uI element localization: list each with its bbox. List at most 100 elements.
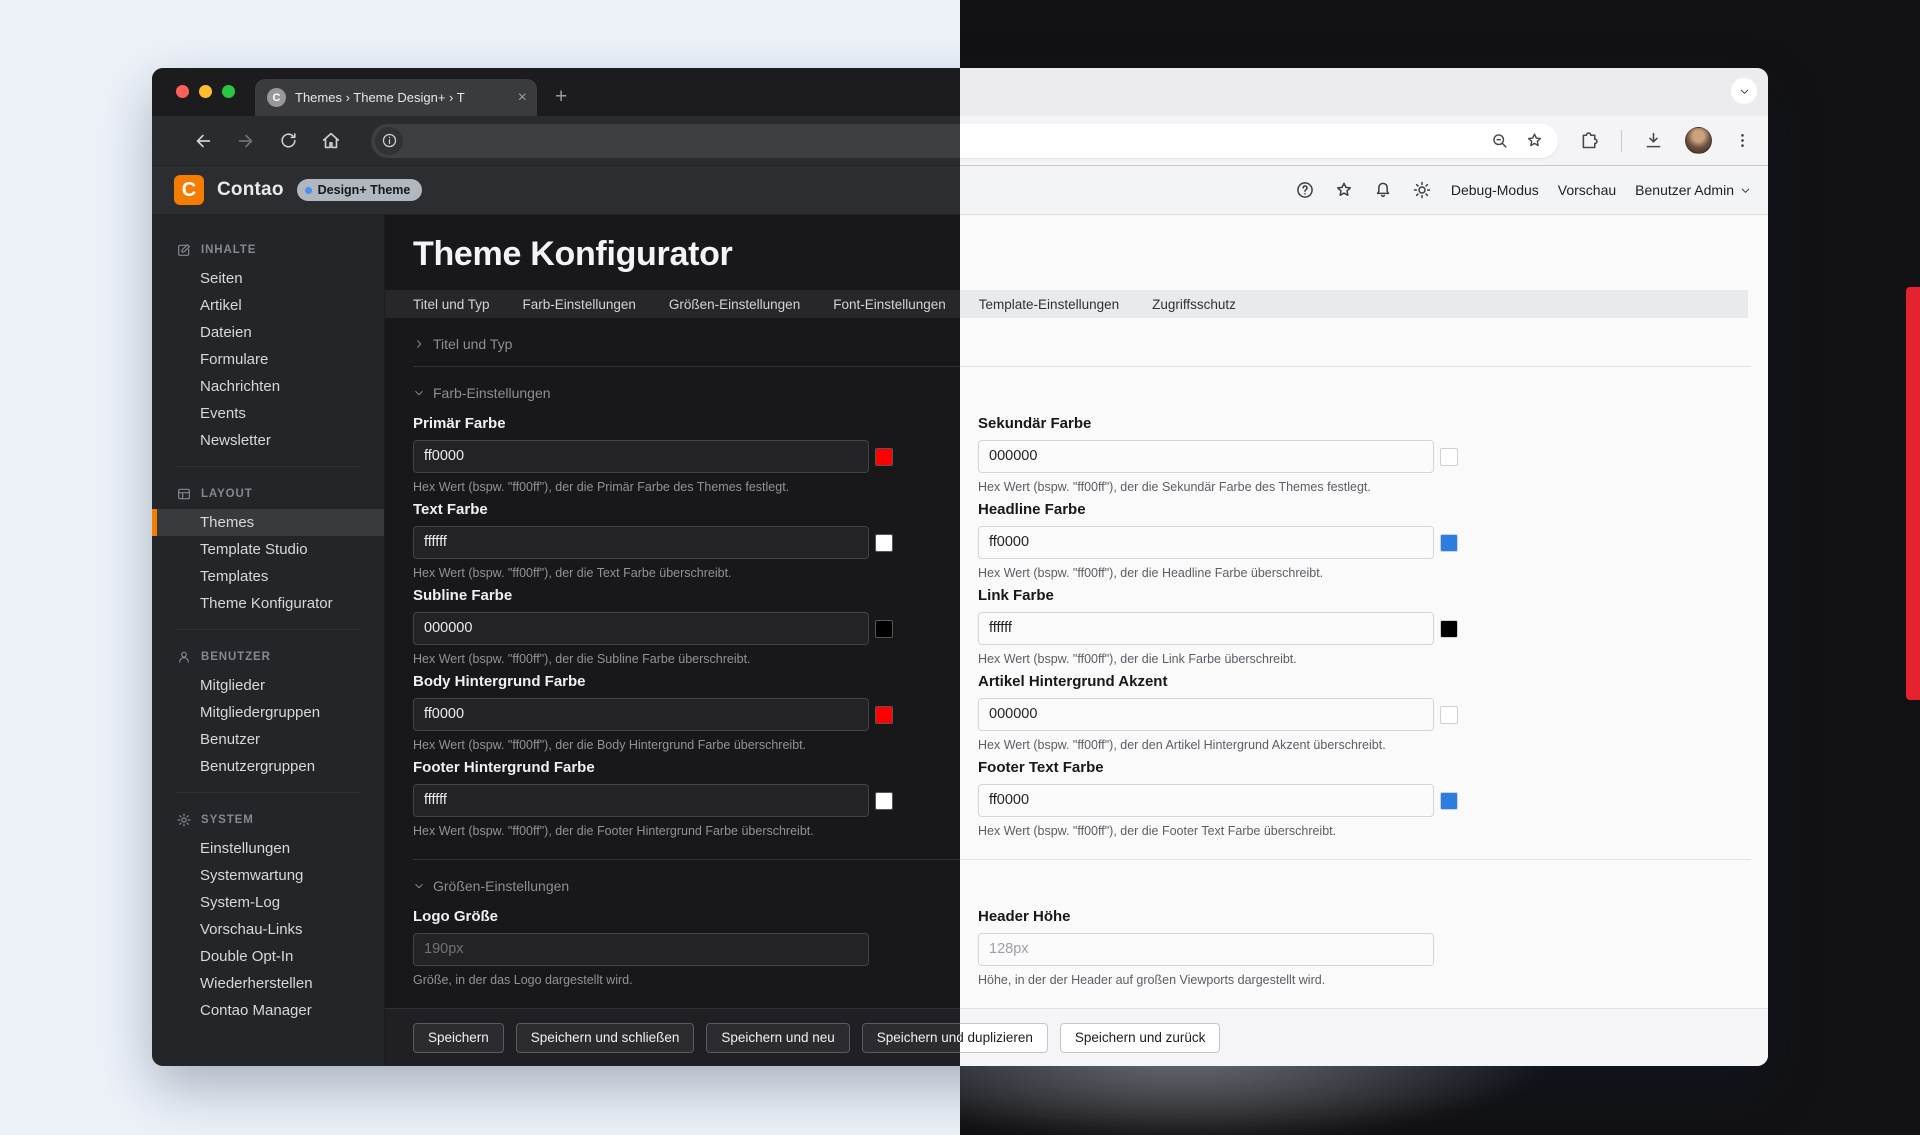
sidebar-item[interactable]: Events (152, 400, 384, 427)
sidebar-section-inhalte: INHALTE (152, 235, 384, 265)
section-label: Farb-Einstellungen (433, 385, 551, 401)
header-height-input[interactable]: 128px (978, 933, 1434, 966)
zoom-page-button[interactable] (1490, 131, 1509, 150)
profile-avatar[interactable] (1685, 127, 1712, 154)
settings-tab[interactable]: Titel und Typ (413, 297, 490, 312)
browser-tab[interactable]: C Themes › Theme Design+ › T × (255, 79, 537, 116)
sidebar-item[interactable]: Mitgliedergruppen (152, 699, 384, 726)
sidebar-item[interactable]: Themes (152, 509, 384, 536)
color-swatch[interactable] (1440, 706, 1458, 724)
sidebar-item[interactable]: Templates (152, 563, 384, 590)
color-field: Body Hintergrund Farbe ff0000 Hex Wert (… (413, 673, 893, 754)
sidebar-item[interactable]: Theme Konfigurator (152, 590, 384, 617)
color-field: Footer Hintergrund Farbe ffffff Hex Wert… (413, 759, 893, 840)
color-swatch[interactable] (1440, 534, 1458, 552)
help-button[interactable] (1295, 180, 1315, 200)
favorites-button[interactable] (1334, 180, 1354, 200)
chevron-right-icon (413, 338, 425, 350)
hex-input[interactable]: 000000 (413, 612, 869, 645)
debug-mode-button[interactable]: Debug-Modus (1451, 182, 1539, 198)
settings-tab[interactable]: Größen-Einstellungen (669, 297, 800, 312)
field-hint: Höhe, in der der Header auf großen Viewp… (978, 973, 1458, 989)
bookmark-button[interactable] (1525, 131, 1544, 150)
user-menu-label: Benutzer Admin (1635, 182, 1734, 198)
home-button[interactable] (320, 130, 342, 152)
sidebar-item[interactable]: Benutzer (152, 726, 384, 753)
save-button[interactable]: Speichern und schließen (516, 1023, 695, 1053)
color-field: Footer Text Farbe ff0000 Hex Wert (bspw.… (978, 759, 1458, 840)
info-icon (381, 132, 398, 149)
settings-tab[interactable]: Zugriffsschutz (1152, 297, 1236, 312)
color-swatch[interactable] (875, 706, 893, 724)
user-menu[interactable]: Benutzer Admin (1635, 182, 1752, 198)
hex-input[interactable]: ffffff (413, 526, 869, 559)
hex-input[interactable]: ff0000 (978, 526, 1434, 559)
field-hint: Hex Wert (bspw. "ff00ff"), der die Foote… (413, 824, 893, 840)
sidebar-divider (176, 629, 360, 630)
downloads-button[interactable] (1643, 130, 1664, 151)
back-button[interactable] (192, 130, 214, 152)
save-button[interactable]: Speichern und zurück (1060, 1023, 1221, 1053)
sidebar-item[interactable]: Dateien (152, 319, 384, 346)
extensions-button[interactable] (1579, 130, 1600, 151)
tab-close-icon[interactable]: × (518, 90, 527, 106)
bell-icon (1373, 180, 1393, 200)
color-swatch[interactable] (1440, 448, 1458, 466)
sidebar-item[interactable]: System-Log (152, 889, 384, 916)
hex-input[interactable]: 000000 (978, 698, 1434, 731)
color-field: Primär Farbe ff0000 Hex Wert (bspw. "ff0… (413, 415, 893, 496)
settings-tab[interactable]: Template-Einstellungen (979, 297, 1119, 312)
zoom-window-button[interactable] (222, 85, 235, 98)
color-swatch[interactable] (875, 534, 893, 552)
settings-tab[interactable]: Font-Einstellungen (833, 297, 946, 312)
tab-search-button[interactable] (1731, 78, 1757, 104)
sidebar-item[interactable]: Contao Manager (152, 997, 384, 1024)
field-label: Footer Text Farbe (978, 759, 1458, 778)
new-tab-button[interactable]: + (555, 86, 567, 107)
hex-input[interactable]: ff0000 (413, 698, 869, 731)
save-button[interactable]: Speichern (413, 1023, 504, 1053)
sidebar-item[interactable]: Newsletter (152, 427, 384, 454)
notifications-button[interactable] (1373, 180, 1393, 200)
sidebar-item[interactable]: Mitglieder (152, 672, 384, 699)
browser-menu-button[interactable] (1733, 131, 1752, 150)
sidebar-item[interactable]: Double Opt-In (152, 943, 384, 970)
hex-input[interactable]: 000000 (978, 440, 1434, 473)
hex-input[interactable]: ff0000 (413, 440, 869, 473)
logo-size-input[interactable]: 190px (413, 933, 869, 966)
sidebar-item[interactable]: Wiederherstellen (152, 970, 384, 997)
hex-input[interactable]: ffffff (413, 784, 869, 817)
sidebar-item[interactable]: Systemwartung (152, 862, 384, 889)
site-info-button[interactable] (375, 127, 403, 155)
reload-button[interactable] (278, 130, 299, 151)
color-swatch[interactable] (1440, 792, 1458, 810)
sidebar-item[interactable]: Artikel (152, 292, 384, 319)
sidebar-item[interactable]: Benutzergruppen (152, 753, 384, 780)
sidebar-item[interactable]: Seiten (152, 265, 384, 292)
hex-input[interactable]: ffffff (978, 612, 1434, 645)
sidebar-item[interactable]: Template Studio (152, 536, 384, 563)
color-swatch[interactable] (875, 792, 893, 810)
theme-toggle-button[interactable] (1412, 180, 1432, 200)
field-label: Subline Farbe (413, 587, 893, 606)
sidebar-item[interactable]: Nachrichten (152, 373, 384, 400)
sidebar-item[interactable]: Vorschau-Links (152, 916, 384, 943)
sidebar-item[interactable]: Formulare (152, 346, 384, 373)
minimize-window-button[interactable] (199, 85, 212, 98)
save-button[interactable]: Speichern und neu (706, 1023, 849, 1053)
section-label: Titel und Typ (433, 336, 512, 352)
close-window-button[interactable] (176, 85, 189, 98)
color-swatch[interactable] (1440, 620, 1458, 638)
color-swatch[interactable] (875, 448, 893, 466)
sidebar-item[interactable]: Einstellungen (152, 835, 384, 862)
hex-input[interactable]: ff0000 (978, 784, 1434, 817)
color-swatch[interactable] (875, 620, 893, 638)
window-controls[interactable] (176, 85, 235, 98)
sidebar-section-label: INHALTE (201, 244, 256, 256)
color-field: Subline Farbe 000000 Hex Wert (bspw. "ff… (413, 587, 893, 668)
settings-tab[interactable]: Farb-Einstellungen (523, 297, 636, 312)
forward-button[interactable] (235, 130, 257, 152)
preview-button[interactable]: Vorschau (1558, 182, 1616, 198)
screenshot-stage: C Themes › Theme Design+ › T × + (0, 0, 1920, 1135)
edit-icon (176, 242, 192, 258)
